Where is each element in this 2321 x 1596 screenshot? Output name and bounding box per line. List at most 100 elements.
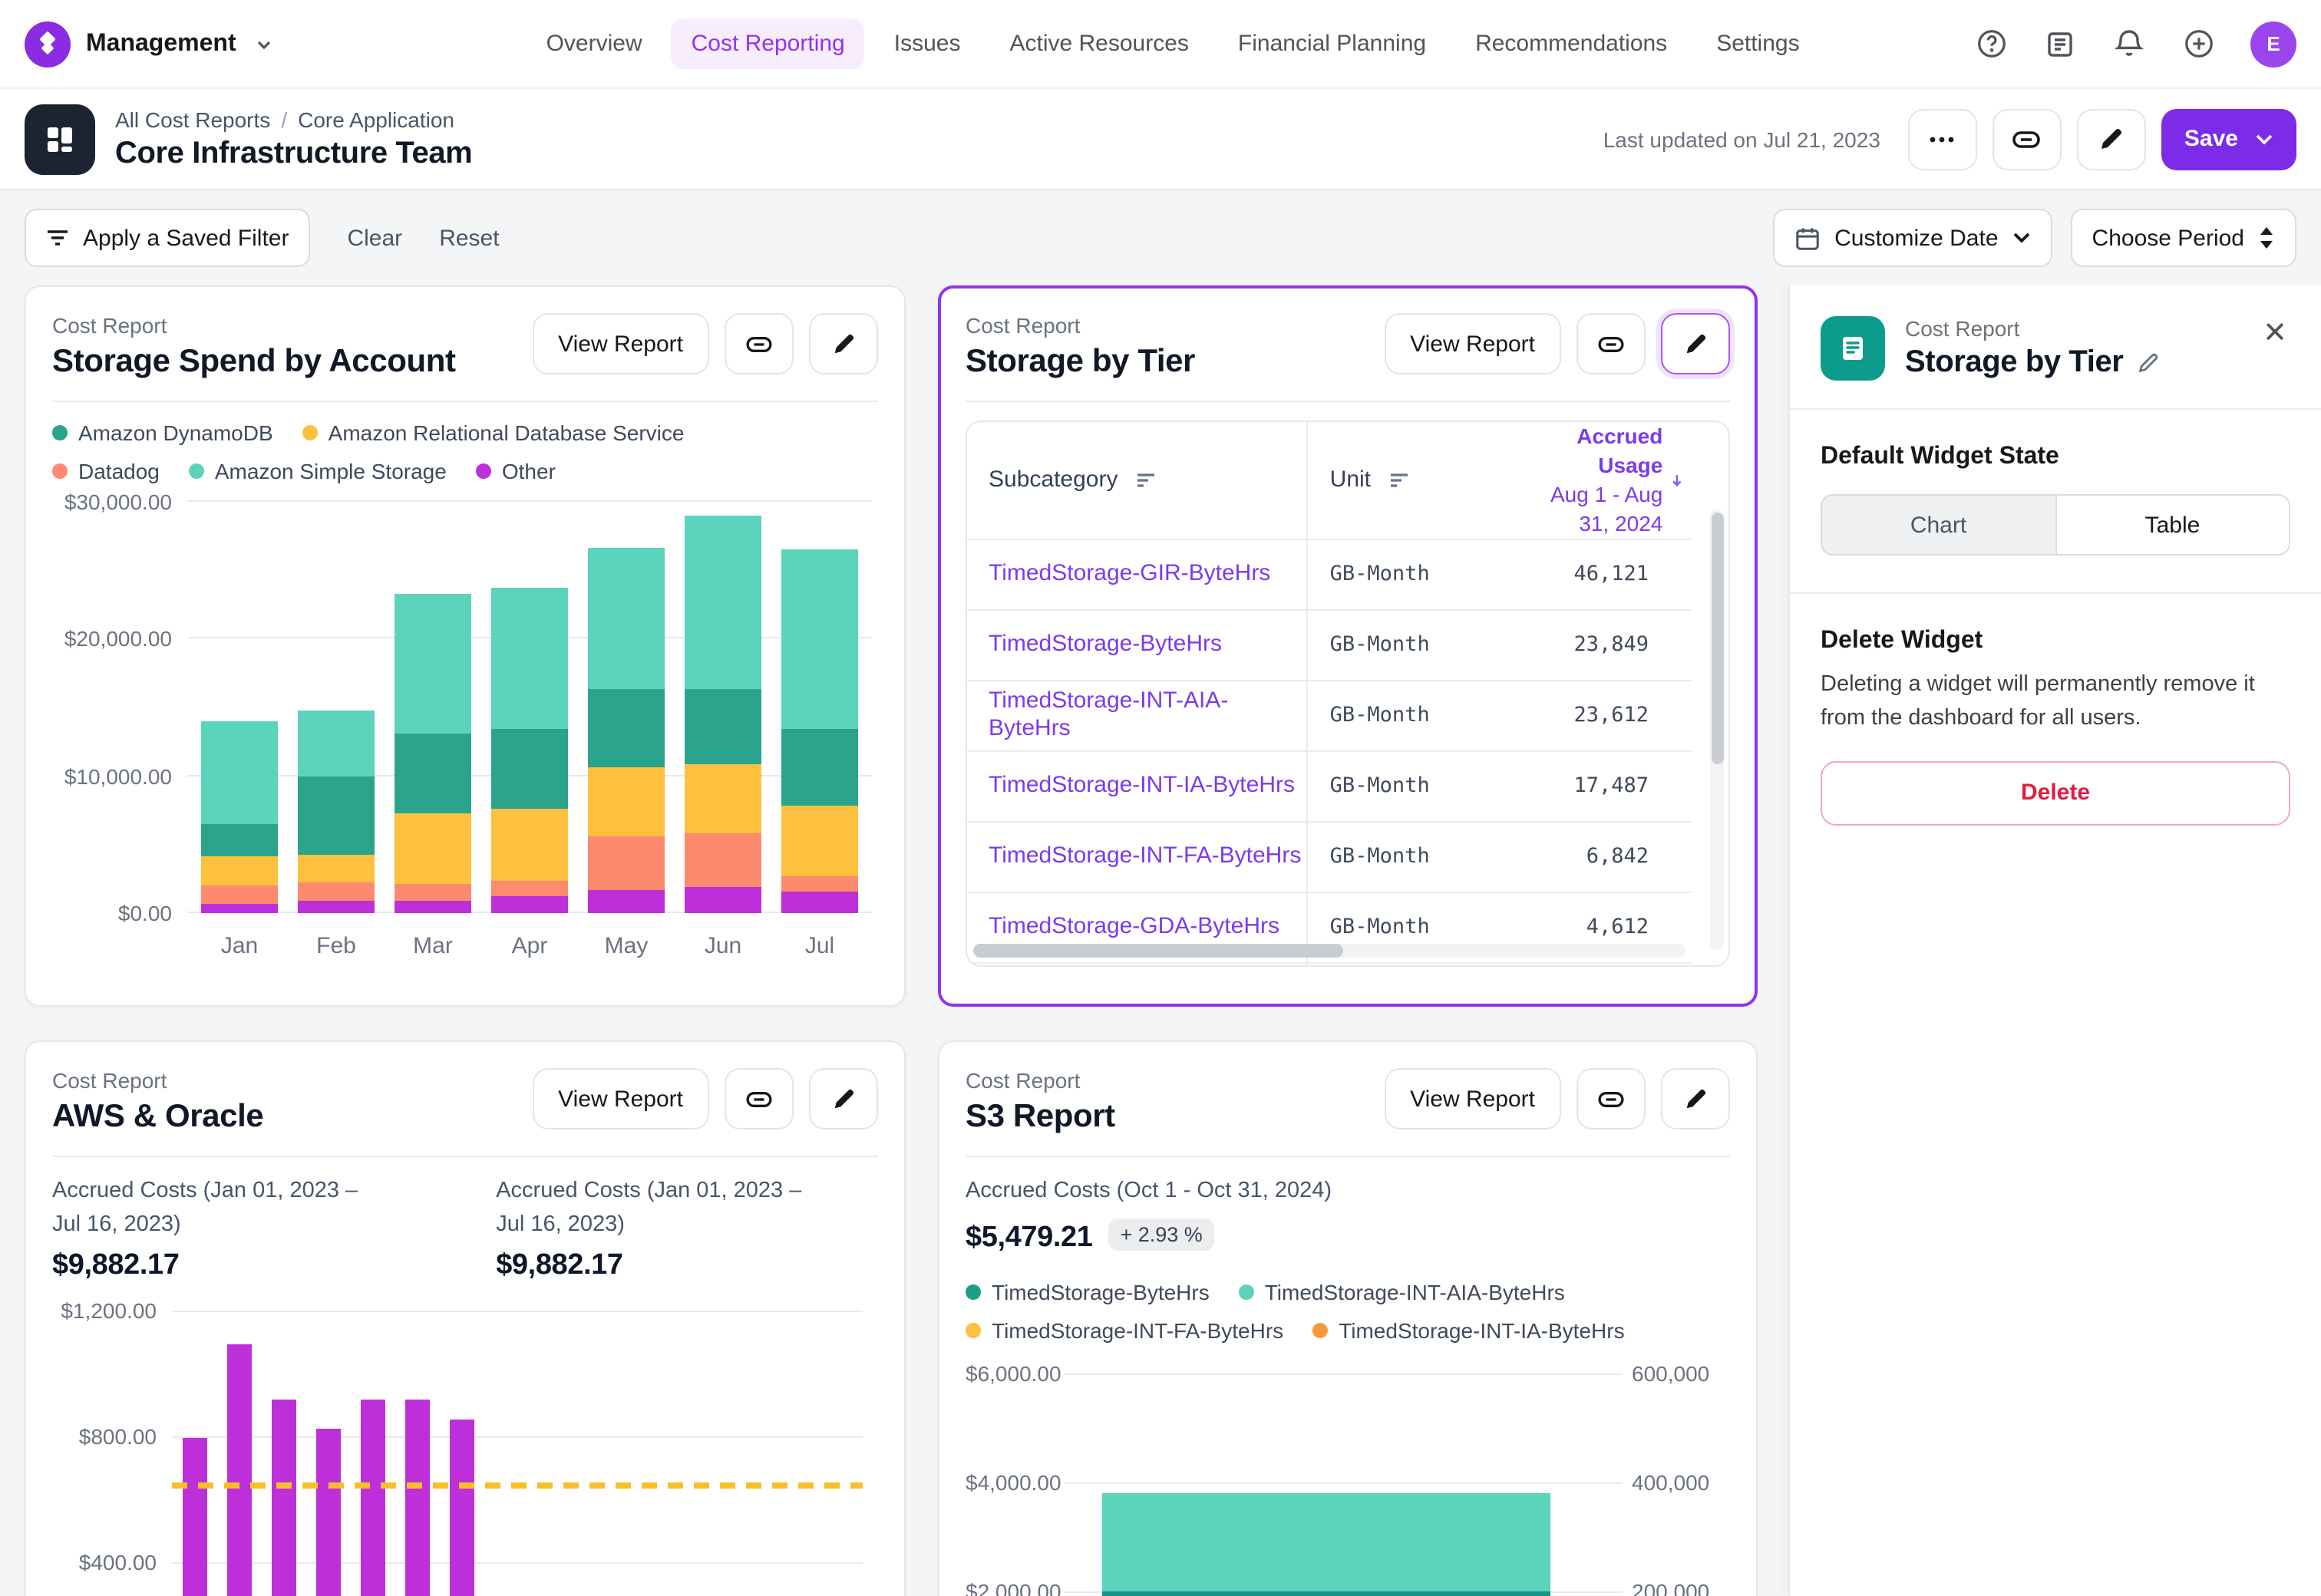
widget-link-button[interactable]: [1576, 313, 1646, 374]
widget-edit-button[interactable]: [809, 313, 878, 374]
widget-settings-panel: Cost Report Storage by Tier ✕ Default Wi…: [1788, 285, 2321, 1596]
bar-segment-other: [491, 896, 568, 913]
help-icon[interactable]: [1974, 27, 2008, 61]
bar: [183, 1437, 207, 1596]
notifications-bell-icon[interactable]: [2112, 27, 2146, 61]
calendar-icon: [1794, 225, 1821, 251]
delete-widget-description: Deleting a widget will permanently remov…: [1821, 669, 2290, 736]
nav-item-active-resources[interactable]: Active Resources: [989, 18, 1208, 69]
nav-item-cost-reporting[interactable]: Cost Reporting: [672, 18, 865, 69]
bar-segment-other: [781, 892, 858, 913]
view-report-button[interactable]: View Report: [1384, 313, 1561, 374]
bar: [316, 1429, 341, 1596]
subcategory-link[interactable]: TimedStorage-INT-FA-ByteHrs: [989, 843, 1301, 869]
subcategory-link[interactable]: TimedStorage-ByteHrs: [989, 631, 1222, 657]
stacked-bar-mar: [395, 594, 471, 913]
widget-link-button[interactable]: [725, 1068, 794, 1129]
page-title: Core Infrastructure Team: [115, 136, 472, 171]
create-new-icon[interactable]: [2181, 27, 2215, 61]
customize-date-button[interactable]: Customize Date: [1773, 209, 2052, 267]
apply-saved-filter-button[interactable]: Apply a Saved Filter: [25, 209, 310, 267]
more-actions-button[interactable]: [1908, 108, 1977, 170]
pencil-icon: [1684, 1087, 1707, 1110]
delete-widget-button[interactable]: Delete: [1821, 760, 2290, 825]
bar-segment-timedstorage-int-aia-bytehrs: [1102, 1493, 1550, 1596]
widget-type-label: Cost Report: [52, 1068, 263, 1093]
widget-storage-by-tier[interactable]: Cost Report Storage by Tier View Report: [938, 285, 1758, 1007]
stacked-bar-jul: [781, 550, 858, 913]
legend-label: Amazon Simple Storage: [215, 459, 447, 483]
bar-segment-amazon-dynamodb: [491, 730, 568, 810]
app-root: Management OverviewCost ReportingIssuesA…: [0, 0, 2321, 1596]
filter-icon: [46, 229, 69, 247]
user-avatar[interactable]: E: [2250, 21, 2296, 67]
subcategory-link[interactable]: TimedStorage-GDA-ByteHrs: [989, 913, 1279, 939]
nav-item-recommendations[interactable]: Recommendations: [1455, 18, 1687, 69]
widget-state-table-option[interactable]: Table: [2055, 496, 2289, 554]
view-report-button[interactable]: View Report: [532, 1068, 709, 1129]
nav-item-financial-planning[interactable]: Financial Planning: [1218, 18, 1446, 69]
legend-item-other: Other: [476, 459, 556, 483]
view-report-button[interactable]: View Report: [1384, 1068, 1561, 1129]
choose-period-button[interactable]: Choose Period: [2071, 209, 2296, 267]
column-header-subcategory[interactable]: Subcategory: [967, 422, 1308, 539]
subcategory-link[interactable]: TimedStorage-INT-AIA-ByteHrs: [989, 688, 1228, 741]
bar-segment-amazon-simple-storage: [395, 594, 471, 733]
legend-item-timedstorage-bytehrs: TimedStorage-ByteHrs: [966, 1280, 1210, 1304]
nav-item-overview[interactable]: Overview: [527, 18, 662, 69]
gridline: [1064, 1482, 1623, 1484]
widget-type-label: Cost Report: [966, 1068, 1115, 1093]
rename-pencil-icon[interactable]: [2138, 351, 2161, 374]
x-axis-label: Apr: [491, 933, 568, 959]
column-header-unit[interactable]: Unit: [1308, 422, 1504, 539]
bar-segment-timedstorage-bytehrs: [1102, 1592, 1550, 1596]
nav-item-issues[interactable]: Issues: [874, 18, 981, 69]
widget-edit-button-active[interactable]: [1661, 313, 1730, 374]
legend-label: Amazon Relational Database Service: [329, 420, 685, 445]
bar-segment-amazon-dynamodb: [685, 688, 761, 763]
copy-link-button[interactable]: [1992, 108, 2062, 170]
bar-segment-amazon-dynamodb: [395, 733, 471, 813]
legend-label: Amazon DynamoDB: [78, 420, 273, 445]
accrued-costs-stat: Accrued Costs (Oct 1 - Oct 31, 2024) $5,…: [966, 1176, 1730, 1255]
view-report-button[interactable]: View Report: [532, 313, 709, 374]
x-axis-label: Jan: [201, 933, 278, 959]
table-vertical-scrollbar[interactable]: [1710, 509, 1724, 950]
legend-item-datadog: Datadog: [52, 459, 160, 483]
widget-link-button[interactable]: [725, 313, 794, 374]
scrollbar-thumb[interactable]: [973, 944, 1344, 958]
header-actions: Last updated on Jul 21, 2023 Save: [1603, 108, 2296, 170]
breadcrumb-core-application[interactable]: Core Application: [298, 107, 454, 131]
edit-report-button[interactable]: [2077, 108, 2146, 170]
reset-filters-link[interactable]: Reset: [439, 225, 499, 251]
widget-title: AWS & Oracle: [52, 1099, 263, 1136]
legend-label: Other: [502, 459, 556, 483]
left-axis-tick-label: $6,000.00: [966, 1361, 1052, 1386]
accrued-usage-cell: 23,849: [1504, 609, 1692, 680]
x-axis-label: Mar: [395, 933, 471, 959]
unit-cell: GB-Month: [1308, 962, 1504, 967]
y-axis-tick-label: $400.00: [52, 1549, 157, 1574]
subcategory-link[interactable]: TimedStorage-GIR-ByteHrs: [989, 560, 1270, 586]
legend-label: Datadog: [78, 459, 160, 483]
widget-edit-button[interactable]: [809, 1068, 878, 1129]
scrollbar-thumb[interactable]: [1711, 513, 1723, 763]
column-header-accrued-usage[interactable]: Accrued Usage Aug 1 - Aug 31, 2024: [1504, 422, 1692, 539]
table-row: TimedStorage-GDA-ByteHrsGB-Month4,612: [967, 962, 1692, 967]
chart-legend: Amazon DynamoDB Amazon Relational Databas…: [52, 420, 820, 483]
bar-segment-datadog: [395, 884, 471, 900]
widget-edit-button[interactable]: [1661, 1068, 1730, 1129]
bar-segment-amazon-dynamodb: [588, 689, 665, 767]
close-panel-icon[interactable]: ✕: [2260, 316, 2290, 351]
nav-item-settings[interactable]: Settings: [1696, 18, 1819, 69]
subcategory-link[interactable]: TimedStorage-INT-IA-ByteHrs: [989, 772, 1295, 798]
table-horizontal-scrollbar[interactable]: [973, 944, 1685, 958]
accrued-costs-stats: Accrued Costs (Jan 01, 2023 –Jul 16, 202…: [52, 1176, 878, 1282]
widget-state-chart-option[interactable]: Chart: [1822, 496, 2055, 554]
workspace-switcher[interactable]: Management: [25, 21, 273, 67]
changelog-icon[interactable]: [2043, 27, 2077, 61]
widget-link-button[interactable]: [1576, 1068, 1646, 1129]
breadcrumb-all-cost-reports[interactable]: All Cost Reports: [115, 107, 270, 131]
save-button[interactable]: Save: [2161, 108, 2296, 170]
clear-filters-link[interactable]: Clear: [347, 225, 402, 251]
